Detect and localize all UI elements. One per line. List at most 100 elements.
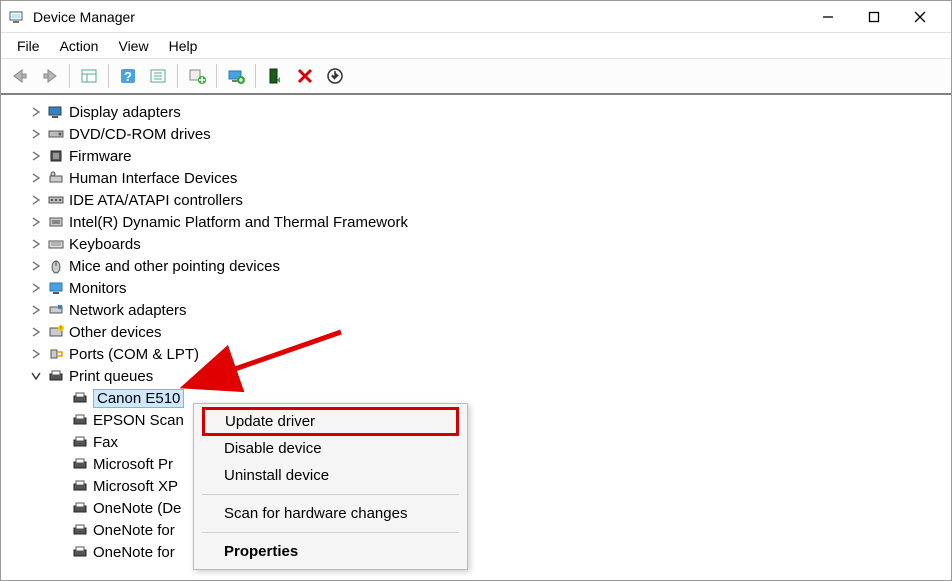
tree-label: Microsoft Pr [93, 456, 173, 473]
tree-label: Intel(R) Dynamic Platform and Thermal Fr… [69, 214, 408, 231]
tree-node-hid[interactable]: Human Interface Devices [29, 167, 951, 189]
system-device-icon [47, 213, 65, 231]
device-tree[interactable]: Display adapters DVD/CD-ROM drives Firmw… [1, 95, 951, 580]
menu-view[interactable]: View [108, 35, 158, 57]
tree-node-other[interactable]: ! Other devices [29, 321, 951, 343]
tree-label: Human Interface Devices [69, 170, 237, 187]
svg-text:?: ? [124, 69, 132, 84]
help-button[interactable]: ? [114, 62, 142, 90]
tree-node-mice[interactable]: Mice and other pointing devices [29, 255, 951, 277]
disable-device-button[interactable] [321, 62, 349, 90]
forward-button[interactable] [36, 62, 64, 90]
tree-node-ports[interactable]: Ports (COM & LPT) [29, 343, 951, 365]
tree-label: Keyboards [69, 236, 141, 253]
titlebar: Device Manager [1, 1, 951, 33]
show-hidden-button[interactable] [75, 62, 103, 90]
tree-node-fax[interactable]: Fax [53, 431, 951, 453]
tree-label: Print queues [69, 368, 153, 385]
tree-node-keyboards[interactable]: Keyboards [29, 233, 951, 255]
chevron-right-icon[interactable] [29, 347, 43, 361]
chevron-right-icon[interactable] [29, 303, 43, 317]
maximize-button[interactable] [851, 2, 897, 32]
scan-hardware-button[interactable] [222, 62, 250, 90]
chevron-right-icon[interactable] [29, 325, 43, 339]
tree-label: OneNote for [93, 544, 175, 561]
tree-node-network[interactable]: Network adapters [29, 299, 951, 321]
menu-action[interactable]: Action [50, 35, 109, 57]
printer-icon [71, 389, 89, 407]
tree-node-onenote-for-1[interactable]: OneNote for [53, 519, 951, 541]
chevron-right-icon[interactable] [29, 171, 43, 185]
tree-label: Canon E510 [93, 389, 184, 408]
tree-node-ide[interactable]: IDE ATA/ATAPI controllers [29, 189, 951, 211]
tree-label: EPSON Scan [93, 412, 184, 429]
tree-label: Microsoft XP [93, 478, 178, 495]
menu-help[interactable]: Help [159, 35, 208, 57]
context-scan-hardware[interactable]: Scan for hardware changes [196, 500, 465, 527]
chevron-down-icon[interactable] [29, 369, 43, 383]
tree-label: Network adapters [69, 302, 187, 319]
close-button[interactable] [897, 2, 943, 32]
keyboard-icon [47, 235, 65, 253]
device-manager-icon [9, 9, 25, 25]
context-disable-device[interactable]: Disable device [196, 435, 465, 462]
context-update-driver[interactable]: Update driver [202, 407, 459, 436]
tree-label: Ports (COM & LPT) [69, 346, 199, 363]
chevron-right-icon[interactable] [29, 215, 43, 229]
hid-icon [47, 169, 65, 187]
chevron-right-icon[interactable] [29, 281, 43, 295]
menubar: File Action View Help [1, 33, 951, 59]
action-props-button[interactable] [144, 62, 172, 90]
menu-file[interactable]: File [7, 35, 50, 57]
tree-node-onenote-for-2[interactable]: OneNote for [53, 541, 951, 563]
tree-node-epson[interactable]: EPSON Scan [53, 409, 951, 431]
minimize-button[interactable] [805, 2, 851, 32]
printer-icon [71, 543, 89, 561]
tree-label: Monitors [69, 280, 127, 297]
svg-text:!: ! [60, 326, 61, 332]
chevron-right-icon[interactable] [29, 259, 43, 273]
firmware-icon [47, 147, 65, 165]
uninstall-device-button[interactable] [291, 62, 319, 90]
chevron-right-icon[interactable] [29, 127, 43, 141]
tree-label: OneNote (De [93, 500, 181, 517]
network-adapter-icon [47, 301, 65, 319]
tree-node-intel-dptf[interactable]: Intel(R) Dynamic Platform and Thermal Fr… [29, 211, 951, 233]
ports-icon [47, 345, 65, 363]
tree-node-ms-xps[interactable]: Microsoft XP [53, 475, 951, 497]
back-button[interactable] [6, 62, 34, 90]
tree-node-dvd[interactable]: DVD/CD-ROM drives [29, 123, 951, 145]
tree-node-onenote-desktop[interactable]: OneNote (De [53, 497, 951, 519]
enable-device-button[interactable] [261, 62, 289, 90]
tree-label: Firmware [69, 148, 132, 165]
tree-label: Other devices [69, 324, 162, 341]
tree-node-ms-print[interactable]: Microsoft Pr [53, 453, 951, 475]
ide-controller-icon [47, 191, 65, 209]
context-uninstall-device[interactable]: Uninstall device [196, 462, 465, 489]
tree-node-monitors[interactable]: Monitors [29, 277, 951, 299]
dvd-drive-icon [47, 125, 65, 143]
tree-node-display-adapters[interactable]: Display adapters [29, 101, 951, 123]
tree-label: DVD/CD-ROM drives [69, 126, 211, 143]
context-separator [202, 494, 459, 495]
display-adapter-icon [47, 103, 65, 121]
tree-node-print-queues[interactable]: Print queues [29, 365, 951, 387]
chevron-right-icon[interactable] [29, 149, 43, 163]
context-separator [202, 532, 459, 533]
printer-icon [71, 477, 89, 495]
tree-node-canon-e510[interactable]: Canon E510 [53, 387, 951, 409]
context-menu: Update driver Disable device Uninstall d… [193, 403, 468, 570]
chevron-right-icon[interactable] [29, 193, 43, 207]
chevron-right-icon[interactable] [29, 105, 43, 119]
printer-icon [71, 455, 89, 473]
tree-label: Display adapters [69, 104, 181, 121]
printer-icon [71, 411, 89, 429]
tree-label: OneNote for [93, 522, 175, 539]
print-queue-icon [47, 367, 65, 385]
context-properties[interactable]: Properties [196, 538, 465, 565]
tree-node-firmware[interactable]: Firmware [29, 145, 951, 167]
update-driver-button[interactable] [183, 62, 211, 90]
tree-label: Mice and other pointing devices [69, 258, 280, 275]
printer-icon [71, 433, 89, 451]
chevron-right-icon[interactable] [29, 237, 43, 251]
